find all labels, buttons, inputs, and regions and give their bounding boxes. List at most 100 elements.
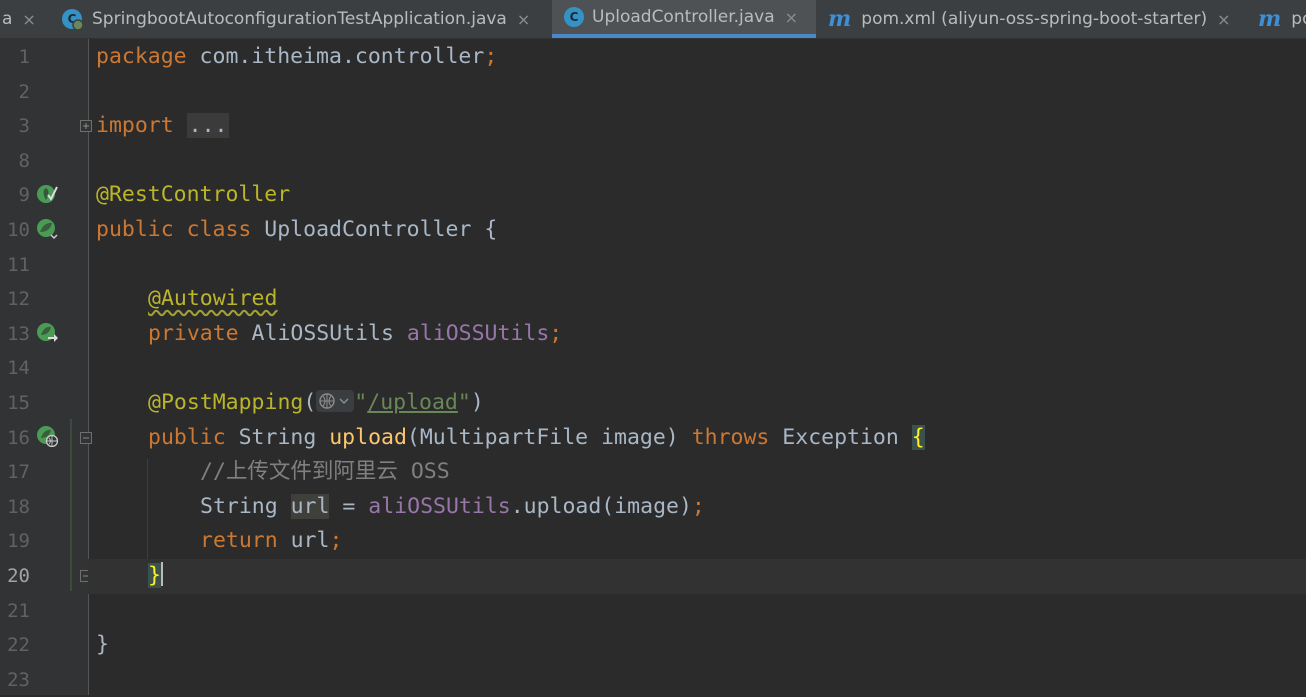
- semicolon: ;: [691, 493, 705, 519]
- matched-brace: }: [148, 563, 161, 588]
- annotation: @RestController: [96, 182, 291, 208]
- folded-imports[interactable]: ...: [186, 113, 230, 139]
- keyword: public class: [96, 217, 252, 242]
- web-endpoint-icon[interactable]: [36, 425, 59, 448]
- code-line-12: @Autowired: [148, 282, 277, 317]
- matched-brace: {: [911, 424, 925, 450]
- string-quote: ": [457, 390, 471, 415]
- field-name: aliOSSUtils: [368, 493, 511, 519]
- method-params: (MultipartFile image): [406, 424, 692, 450]
- semicolon: ;: [484, 44, 498, 69]
- tab-label: pom.xml (aliyun-oss-spring-boot-starter): [861, 9, 1208, 29]
- java-class-icon: C: [564, 7, 584, 27]
- code-line-3: import ...: [96, 109, 230, 144]
- line-number: 10: [7, 219, 30, 241]
- text-caret: [160, 562, 163, 586]
- line-number: 9: [18, 184, 30, 207]
- tab-upload-controller[interactable]: C UploadController.java ×: [552, 0, 816, 38]
- line-number: 16: [7, 426, 30, 449]
- type-name: String: [200, 493, 291, 519]
- autowired-navigate-icon[interactable]: [36, 321, 58, 343]
- string-quote: ": [354, 390, 368, 415]
- code-line-19: return url;: [200, 524, 342, 559]
- tab-previous-file[interactable]: a ×: [0, 0, 44, 38]
- return-type: String: [225, 424, 330, 450]
- code-line-18: String url = aliOSSUtils.upload(image);: [200, 490, 705, 525]
- keyword: return: [200, 528, 278, 554]
- local-variable: url: [290, 493, 330, 519]
- maven-icon: m: [1258, 6, 1282, 32]
- line-number: 23: [7, 668, 30, 691]
- return-value: url: [277, 528, 330, 554]
- paren: ): [470, 390, 484, 415]
- annotation: @Autowired: [148, 286, 278, 312]
- assign-op: =: [329, 493, 369, 519]
- caret-row-highlight: [88, 559, 1306, 594]
- code-line-20: }: [148, 559, 163, 594]
- code-editor[interactable]: package com.itheima.controller; import .…: [88, 39, 1306, 695]
- keyword: throws: [691, 424, 770, 450]
- code-line-10: public class UploadController {: [96, 213, 497, 248]
- semicolon: ;: [329, 528, 343, 554]
- line-number: 21: [7, 599, 30, 622]
- code-line-16: public String upload(MultipartFile image…: [148, 421, 925, 456]
- tab-springboot-application[interactable]: C SpringbootAutoconfigurationTestApplica…: [56, 0, 548, 38]
- line-number: 15: [7, 392, 30, 414]
- line-number: 3: [18, 115, 30, 138]
- editor-tab-bar: a × C SpringbootAutoconfigurationTestApp…: [0, 0, 1306, 39]
- method-name: upload: [329, 424, 407, 450]
- maven-icon: m: [828, 6, 852, 32]
- endpoint-path-link[interactable]: /upload: [367, 390, 458, 415]
- line-number: 11: [7, 253, 30, 276]
- tab-close-icon[interactable]: ×: [22, 10, 35, 29]
- line-number: 19: [7, 530, 30, 553]
- bean-check-icon[interactable]: [36, 183, 58, 205]
- semicolon: ;: [549, 320, 563, 346]
- keyword: import: [96, 113, 174, 139]
- tab-close-icon[interactable]: ×: [517, 10, 530, 29]
- comment: //上传文件到阿里云 OSS: [200, 459, 450, 485]
- line-number: 8: [18, 149, 30, 172]
- spring-bean-icon[interactable]: [36, 218, 58, 240]
- code-line-13: private AliOSSUtils aliOSSUtils;: [148, 317, 562, 352]
- annotation: @PostMapping: [148, 390, 304, 415]
- url-inlay-hint[interactable]: [316, 390, 355, 412]
- code-line-15: @PostMapping( "/upload"): [148, 386, 484, 421]
- tab-label: po: [1291, 9, 1306, 29]
- line-number: 1: [18, 46, 30, 68]
- tab-pom-xml[interactable]: m pom.xml (aliyun-oss-spring-boot-starte…: [828, 0, 1248, 38]
- paren: (: [303, 390, 317, 415]
- code-line-1: package com.itheima.controller;: [96, 40, 497, 75]
- package-name: com.itheima.controller: [186, 44, 485, 69]
- tab-label: a: [2, 9, 13, 29]
- line-number: 17: [7, 461, 30, 484]
- method-call: .upload(image): [510, 493, 692, 519]
- keyword: private: [148, 320, 239, 346]
- line-number: 14: [7, 357, 30, 380]
- tab-close-icon[interactable]: ×: [785, 8, 798, 27]
- line-number: 12: [7, 288, 30, 311]
- tab-close-icon[interactable]: ×: [1217, 10, 1230, 29]
- tab-label: SpringbootAutoconfigurationTestApplicati…: [92, 9, 507, 29]
- line-number-current: 20: [7, 565, 30, 587]
- closing-brace: }: [96, 632, 109, 658]
- class-declaration: UploadController {: [251, 217, 498, 242]
- code-line-9: @RestController: [96, 178, 290, 213]
- spring-boot-app-icon: C: [60, 7, 84, 31]
- change-marker: [70, 419, 72, 591]
- line-number: 13: [7, 322, 30, 345]
- editor-gutter: 1 2 3 8 9 10 11 12 13 14 15 16 17 18 19 …: [0, 39, 92, 695]
- line-number: 22: [7, 634, 30, 657]
- tab-label: UploadController.java: [592, 7, 775, 27]
- exception-type: Exception: [769, 424, 912, 450]
- code-line-17: //上传文件到阿里云 OSS: [200, 455, 450, 490]
- keyword: public: [148, 424, 226, 450]
- type-name: AliOSSUtils: [238, 320, 407, 346]
- keyword: package: [96, 44, 187, 69]
- line-number: 2: [18, 80, 30, 103]
- tab-pom-overflow[interactable]: m po: [1258, 0, 1306, 38]
- line-number: 18: [7, 495, 30, 518]
- field-name: aliOSSUtils: [406, 320, 550, 346]
- code-line-22: }: [96, 628, 109, 663]
- indent-guide: [147, 459, 148, 559]
